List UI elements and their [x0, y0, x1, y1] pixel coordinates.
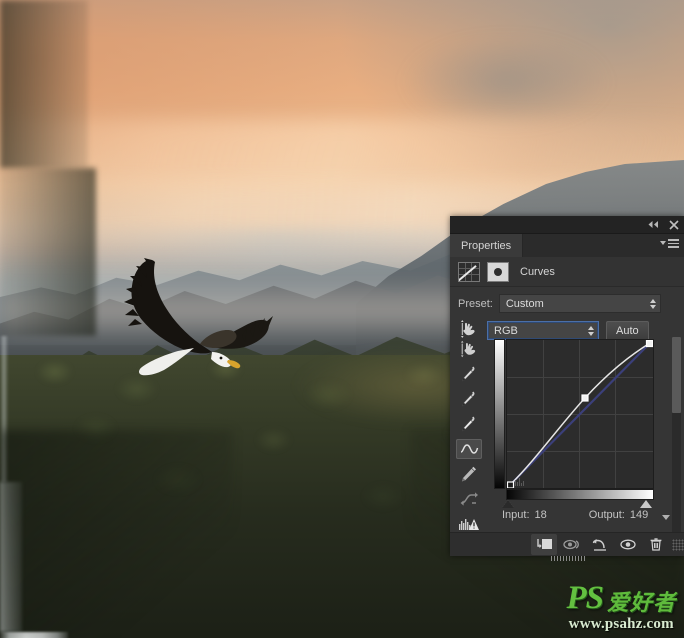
watermark-chinese-text: 爱好者: [606, 591, 676, 616]
panel-tab-row: Properties: [450, 234, 684, 257]
preset-row: Preset: Custom: [450, 287, 684, 313]
cliff-left: [0, 0, 88, 168]
auto-button[interactable]: Auto: [606, 320, 649, 341]
preset-spinner-icon: [649, 298, 656, 309]
channel-spinner-icon: [588, 325, 594, 336]
curve-point-tool[interactable]: [456, 439, 482, 459]
panel-scrollbar[interactable]: [672, 337, 681, 549]
curves-adjustment-icon: [458, 261, 480, 282]
view-previous-state-button[interactable]: [559, 534, 585, 555]
panel-drag-handle[interactable]: [551, 556, 585, 561]
preset-value: Custom: [505, 297, 544, 310]
panel-footer: [450, 532, 684, 561]
cliff-right: [0, 168, 96, 336]
white-point-eyedropper[interactable]: [456, 414, 482, 434]
output-gradient-strip: [494, 339, 505, 489]
panel-header: Curves: [450, 257, 684, 287]
watermark-logo-row: PS 爱好者: [566, 582, 676, 615]
clip-to-layer-button[interactable]: [531, 534, 557, 555]
scrollbar-thumb[interactable]: [672, 337, 681, 413]
input-gradient-strip: [506, 489, 654, 500]
curve-lines: [507, 340, 653, 488]
toggle-visibility-button[interactable]: [615, 534, 641, 555]
on-image-adjustment-tool[interactable]: [456, 339, 482, 359]
panel-titlebar: [450, 216, 684, 234]
collapse-double-left-icon[interactable]: [647, 220, 660, 229]
preset-select[interactable]: Custom: [498, 294, 661, 313]
forest-shadow-left: [0, 430, 233, 638]
expand-caret-icon[interactable]: [662, 515, 670, 520]
close-icon[interactable]: [669, 219, 679, 230]
curves-graph[interactable]: [494, 339, 654, 508]
white-point-slider[interactable]: [640, 500, 652, 508]
curves-tool-column: [454, 339, 484, 534]
eagle-figure: [124, 258, 273, 376]
chevron-down-icon: [660, 241, 666, 246]
layer-mask-icon[interactable]: [487, 261, 509, 282]
panel-title: Curves: [520, 265, 555, 278]
pencil-draw-tool[interactable]: [456, 464, 482, 484]
reset-button[interactable]: [587, 534, 613, 555]
input-value: 18: [534, 509, 547, 521]
tab-properties[interactable]: Properties: [450, 234, 524, 257]
delete-layer-button[interactable]: [643, 534, 669, 555]
input-label: Input:: [502, 509, 530, 521]
hamburger-icon: [668, 239, 679, 248]
black-point-eyedropper[interactable]: [456, 364, 482, 384]
black-point-slider[interactable]: [502, 500, 514, 508]
properties-panel: Properties Curves Preset: Custom RGB Aut…: [450, 216, 684, 561]
panel-menu-icon[interactable]: [660, 239, 679, 248]
resize-grip[interactable]: [672, 538, 684, 551]
channel-row: RGB Auto: [450, 313, 684, 342]
channel-select[interactable]: RGB: [487, 321, 599, 340]
smooth-curve-tool[interactable]: [456, 489, 482, 509]
output-value: 149: [629, 509, 649, 521]
watermark-ps-text: PS: [566, 580, 604, 616]
curves-plot-area[interactable]: [506, 339, 654, 489]
curve-readout: Input: 18 Output: 149: [450, 509, 684, 521]
watermark-url: www.psahz.com: [568, 616, 674, 632]
panel-body: Preset: Custom RGB Auto Input: 18 Output…: [450, 287, 684, 555]
preset-label: Preset:: [458, 297, 493, 310]
output-label: Output:: [588, 509, 625, 521]
watermark: PS 爱好者 www.psahz.com: [566, 582, 676, 632]
channel-value: RGB: [494, 324, 518, 337]
gray-point-eyedropper[interactable]: [456, 389, 482, 409]
